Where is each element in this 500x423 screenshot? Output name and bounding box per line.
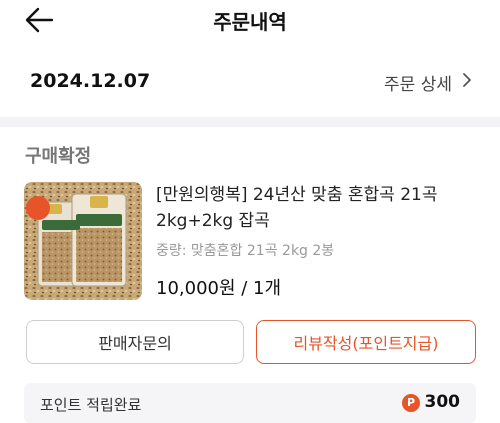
write-review-button[interactable]: 리뷰작성(포인트지급)	[256, 320, 476, 364]
header: 주문내역	[0, 0, 500, 40]
order-detail-link[interactable]: 주문 상세	[384, 70, 472, 95]
chevron-right-icon	[462, 72, 472, 93]
seller-inquiry-button[interactable]: 판매자문의	[26, 320, 244, 364]
section-divider	[0, 117, 500, 127]
points-label: 포인트 적립완료	[40, 396, 142, 414]
product-option: 중량: 맞춤혼합 21곡 2kg 2봉	[156, 243, 335, 259]
product-price: 10,000원 / 1개	[156, 278, 282, 299]
order-date: 2024.12.07	[30, 70, 151, 92]
points-banner: 포인트 적립완료 P 300	[24, 383, 476, 423]
points-value: 300	[424, 392, 461, 412]
product-name-line2: 2kg+2kg 잡곡	[156, 211, 270, 231]
product-name[interactable]: [만원의행복] 24년산 맞춤 혼합곡 21곡 2kg+2kg 잡곡	[156, 182, 486, 234]
product-thumbnail[interactable]	[24, 182, 142, 300]
order-date-row: 2024.12.07 주문 상세	[0, 64, 500, 104]
order-status: 구매확정	[25, 146, 92, 167]
point-coin-icon: P	[402, 394, 420, 412]
order-detail-label: 주문 상세	[384, 75, 452, 95]
page-title: 주문내역	[213, 10, 287, 34]
product-name-line1: [만원의행복] 24년산 맞춤 혼합곡 21곡	[156, 185, 438, 205]
